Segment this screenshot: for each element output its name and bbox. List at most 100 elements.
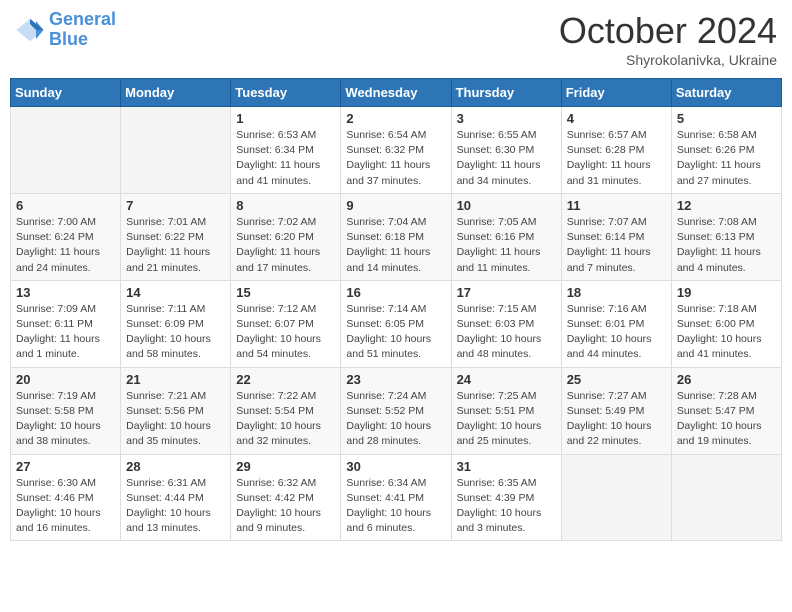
day-number: 16: [346, 285, 445, 300]
day-number: 17: [457, 285, 556, 300]
day-number: 15: [236, 285, 335, 300]
calendar-cell: 7 Sunrise: 7:01 AMSunset: 6:22 PMDaylight…: [121, 193, 231, 280]
day-info: Sunrise: 6:35 AMSunset: 4:39 PMDaylight:…: [457, 476, 556, 537]
day-number: 21: [126, 372, 225, 387]
day-info: Sunrise: 7:04 AMSunset: 6:18 PMDaylight:…: [346, 215, 445, 276]
day-info: Sunrise: 7:21 AMSunset: 5:56 PMDaylight:…: [126, 389, 225, 450]
calendar-cell: 5 Sunrise: 6:58 AMSunset: 6:26 PMDaylight…: [671, 107, 781, 194]
day-number: 29: [236, 459, 335, 474]
day-of-week-header: Monday: [121, 79, 231, 107]
day-number: 14: [126, 285, 225, 300]
calendar-week-row: 27 Sunrise: 6:30 AMSunset: 4:46 PMDayligh…: [11, 454, 782, 541]
calendar-cell: 16 Sunrise: 7:14 AMSunset: 6:05 PMDayligh…: [341, 280, 451, 367]
calendar-cell: 3Sunrise: 6:55 AMSunset: 6:30 PMDaylight…: [451, 107, 561, 194]
day-info: Sunrise: 7:19 AMSunset: 5:58 PMDaylight:…: [16, 389, 115, 450]
day-number: 5: [677, 111, 776, 126]
day-info: Sunrise: 7:11 AMSunset: 6:09 PMDaylight:…: [126, 302, 225, 363]
day-info: Sunrise: 7:05 AMSunset: 6:16 PMDaylight:…: [457, 215, 556, 276]
day-number: 10: [457, 198, 556, 213]
day-number: 24: [457, 372, 556, 387]
day-info: Sunrise: 7:28 AMSunset: 5:47 PMDaylight:…: [677, 389, 776, 450]
day-number: 13: [16, 285, 115, 300]
calendar-cell: 4 Sunrise: 6:57 AMSunset: 6:28 PMDaylight…: [561, 107, 671, 194]
day-info: Sunrise: 7:01 AMSunset: 6:22 PMDaylight:…: [126, 215, 225, 276]
calendar-cell: 14 Sunrise: 7:11 AMSunset: 6:09 PMDayligh…: [121, 280, 231, 367]
calendar-cell: 18Sunrise: 7:16 AMSunset: 6:01 PMDayligh…: [561, 280, 671, 367]
day-info: Sunrise: 6:54 AMSunset: 6:32 PMDaylight:…: [346, 128, 445, 189]
day-number: 2: [346, 111, 445, 126]
day-info: Sunrise: 6:32 AMSunset: 4:42 PMDaylight:…: [236, 476, 335, 537]
logo-icon: [15, 15, 45, 45]
calendar-cell: 26 Sunrise: 7:28 AMSunset: 5:47 PMDayligh…: [671, 367, 781, 454]
day-number: 19: [677, 285, 776, 300]
calendar-cell: 8 Sunrise: 7:02 AMSunset: 6:20 PMDaylight…: [231, 193, 341, 280]
logo: General Blue: [15, 10, 116, 50]
day-info: Sunrise: 6:58 AMSunset: 6:26 PMDaylight:…: [677, 128, 776, 189]
day-info: Sunrise: 7:14 AMSunset: 6:05 PMDaylight:…: [346, 302, 445, 363]
calendar-week-row: 1Sunrise: 6:53 AMSunset: 6:34 PMDaylight…: [11, 107, 782, 194]
month-title: October 2024: [559, 10, 777, 52]
day-number: 25: [567, 372, 666, 387]
day-of-week-header: Friday: [561, 79, 671, 107]
logo-line1: General: [49, 9, 116, 29]
day-number: 7: [126, 198, 225, 213]
day-info: Sunrise: 7:15 AMSunset: 6:03 PMDaylight:…: [457, 302, 556, 363]
day-number: 26: [677, 372, 776, 387]
day-number: 11: [567, 198, 666, 213]
day-info: Sunrise: 6:55 AMSunset: 6:30 PMDaylight:…: [457, 128, 556, 189]
day-info: Sunrise: 7:24 AMSunset: 5:52 PMDaylight:…: [346, 389, 445, 450]
calendar-cell: 9 Sunrise: 7:04 AMSunset: 6:18 PMDaylight…: [341, 193, 451, 280]
day-number: 18: [567, 285, 666, 300]
day-info: Sunrise: 7:07 AMSunset: 6:14 PMDaylight:…: [567, 215, 666, 276]
day-number: 4: [567, 111, 666, 126]
day-of-week-header: Thursday: [451, 79, 561, 107]
calendar-cell: 20Sunrise: 7:19 AMSunset: 5:58 PMDayligh…: [11, 367, 121, 454]
calendar-week-row: 20Sunrise: 7:19 AMSunset: 5:58 PMDayligh…: [11, 367, 782, 454]
day-info: Sunrise: 7:00 AMSunset: 6:24 PMDaylight:…: [16, 215, 115, 276]
calendar-header-row: SundayMondayTuesdayWednesdayThursdayFrid…: [11, 79, 782, 107]
day-info: Sunrise: 7:08 AMSunset: 6:13 PMDaylight:…: [677, 215, 776, 276]
day-info: Sunrise: 6:31 AMSunset: 4:44 PMDaylight:…: [126, 476, 225, 537]
calendar-cell: 10 Sunrise: 7:05 AMSunset: 6:16 PMDayligh…: [451, 193, 561, 280]
day-info: Sunrise: 6:34 AMSunset: 4:41 PMDaylight:…: [346, 476, 445, 537]
day-number: 31: [457, 459, 556, 474]
day-number: 30: [346, 459, 445, 474]
day-number: 9: [346, 198, 445, 213]
day-of-week-header: Tuesday: [231, 79, 341, 107]
calendar-cell: 23Sunrise: 7:24 AMSunset: 5:52 PMDayligh…: [341, 367, 451, 454]
calendar-cell: 30 Sunrise: 6:34 AMSunset: 4:41 PMDayligh…: [341, 454, 451, 541]
day-number: 8: [236, 198, 335, 213]
calendar-cell: 17 Sunrise: 7:15 AMSunset: 6:03 PMDayligh…: [451, 280, 561, 367]
calendar-cell: 6 Sunrise: 7:00 AMSunset: 6:24 PMDaylight…: [11, 193, 121, 280]
day-number: 6: [16, 198, 115, 213]
calendar-cell: 25 Sunrise: 7:27 AMSunset: 5:49 PMDayligh…: [561, 367, 671, 454]
calendar-cell: 2 Sunrise: 6:54 AMSunset: 6:32 PMDaylight…: [341, 107, 451, 194]
day-number: 27: [16, 459, 115, 474]
logo-text: General Blue: [49, 10, 116, 50]
day-info: Sunrise: 7:18 AMSunset: 6:00 PMDaylight:…: [677, 302, 776, 363]
day-info: Sunrise: 6:57 AMSunset: 6:28 PMDaylight:…: [567, 128, 666, 189]
calendar-cell: 29 Sunrise: 6:32 AMSunset: 4:42 PMDayligh…: [231, 454, 341, 541]
day-of-week-header: Wednesday: [341, 79, 451, 107]
day-number: 22: [236, 372, 335, 387]
day-info: Sunrise: 7:12 AMSunset: 6:07 PMDaylight:…: [236, 302, 335, 363]
calendar-cell: 24Sunrise: 7:25 AMSunset: 5:51 PMDayligh…: [451, 367, 561, 454]
day-info: Sunrise: 7:02 AMSunset: 6:20 PMDaylight:…: [236, 215, 335, 276]
day-info: Sunrise: 6:53 AMSunset: 6:34 PMDaylight:…: [236, 128, 335, 189]
day-info: Sunrise: 7:27 AMSunset: 5:49 PMDaylight:…: [567, 389, 666, 450]
calendar-table: SundayMondayTuesdayWednesdayThursdayFrid…: [10, 78, 782, 541]
day-number: 12: [677, 198, 776, 213]
calendar-cell: [671, 454, 781, 541]
calendar-cell: 19 Sunrise: 7:18 AMSunset: 6:00 PMDayligh…: [671, 280, 781, 367]
calendar-cell: 28Sunrise: 6:31 AMSunset: 4:44 PMDayligh…: [121, 454, 231, 541]
calendar-cell: 15 Sunrise: 7:12 AMSunset: 6:07 PMDayligh…: [231, 280, 341, 367]
location-subtitle: Shyrokolanivka, Ukraine: [559, 52, 777, 68]
calendar-cell: 12 Sunrise: 7:08 AMSunset: 6:13 PMDayligh…: [671, 193, 781, 280]
calendar-cell: 27 Sunrise: 6:30 AMSunset: 4:46 PMDayligh…: [11, 454, 121, 541]
calendar-cell: 11 Sunrise: 7:07 AMSunset: 6:14 PMDayligh…: [561, 193, 671, 280]
calendar-cell: 13Sunrise: 7:09 AMSunset: 6:11 PMDayligh…: [11, 280, 121, 367]
calendar-cell: 22Sunrise: 7:22 AMSunset: 5:54 PMDayligh…: [231, 367, 341, 454]
calendar-week-row: 13Sunrise: 7:09 AMSunset: 6:11 PMDayligh…: [11, 280, 782, 367]
calendar-cell: 1Sunrise: 6:53 AMSunset: 6:34 PMDaylight…: [231, 107, 341, 194]
day-info: Sunrise: 6:30 AMSunset: 4:46 PMDaylight:…: [16, 476, 115, 537]
